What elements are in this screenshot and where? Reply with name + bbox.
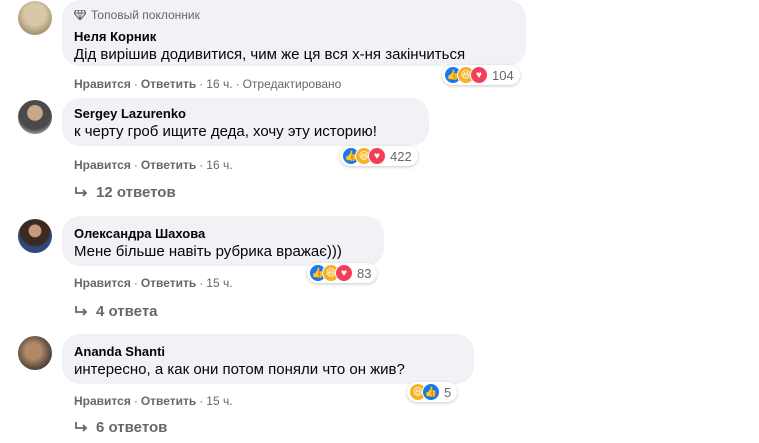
comment-time[interactable]: 16 ч. [206,77,232,91]
reaction-summary[interactable]: 😆 👍 5 [407,382,458,402]
reaction-count: 104 [492,67,514,83]
comment-bubble: Sergey Lazurenko к черту гроб ищите деда… [62,98,429,146]
reaction-summary[interactable]: 👍 😆 ♥ 83 [307,263,378,283]
view-replies-link[interactable]: 12 ответов [74,184,176,201]
reply-button[interactable]: Ответить [141,394,196,408]
comment-text: к черту гроб ищите деда, хочу эту истори… [74,123,377,140]
reaction-summary[interactable]: 👍 😆 ♥ 104 [442,65,520,85]
comment-time[interactable]: 15 ч. [206,394,232,408]
comment-actions: Нравится · Ответить · 15 ч. [74,394,233,408]
badge-label: Топовый поклонник [91,7,200,22]
reply-button[interactable]: Ответить [141,276,196,290]
avatar[interactable] [18,219,52,253]
like-button[interactable]: Нравится [74,158,131,172]
comment-text: интересно, а как они потом поняли что он… [74,361,405,378]
view-replies-link[interactable]: 6 ответов [74,419,167,436]
comment-time[interactable]: 15 ч. [206,276,232,290]
reply-arrow-icon [75,186,88,197]
reaction-count: 5 [444,384,452,400]
comment-text: Мене більше навіть рубрика вражає))) [74,243,342,260]
reply-button[interactable]: Ответить [141,77,196,91]
comment-bubble: Олександра Шахова Мене більше навіть руб… [62,216,384,266]
reaction-summary[interactable]: 👍 😆 ♥ 422 [340,146,418,166]
reply-arrow-icon [75,305,88,316]
comment-actions: Нравится · Ответить · 16 ч. [74,158,233,172]
comment-author[interactable]: Ananda Shanti [74,344,462,360]
comment-author[interactable]: Олександра Шахова [74,226,372,242]
replies-count: 4 ответа [96,303,158,320]
diamond-icon [74,9,86,20]
comment-author[interactable]: Sergey Lazurenko [74,106,417,122]
love-icon: ♥ [335,264,353,282]
comment-actions: Нравится · Ответить · 16 ч. · Отредактир… [74,77,342,91]
reaction-count: 83 [357,265,372,281]
comment-bubble: Топовый поклонник Неля Корник Дід виріши… [62,0,526,66]
comment-time[interactable]: 16 ч. [206,158,232,172]
reply-arrow-icon [75,421,88,432]
avatar[interactable] [18,336,52,370]
comment-author[interactable]: Неля Корник [74,29,514,45]
comment-actions: Нравится · Ответить · 15 ч. [74,276,233,290]
love-icon: ♥ [368,147,386,165]
reply-button[interactable]: Ответить [141,158,196,172]
like-button[interactable]: Нравится [74,77,131,91]
like-button[interactable]: Нравится [74,394,131,408]
like-button[interactable]: Нравится [74,276,131,290]
replies-count: 12 ответов [96,184,176,201]
like-icon: 👍 [422,383,440,401]
reaction-count: 422 [390,148,412,164]
avatar[interactable] [18,1,52,35]
comment-bubble: Ananda Shanti интересно, а как они потом… [62,334,474,384]
view-replies-link[interactable]: 4 ответа [74,303,158,320]
replies-count: 6 ответов [96,419,168,436]
top-fan-badge: Топовый поклонник [74,7,514,22]
love-icon: ♥ [470,66,488,84]
avatar[interactable] [18,100,52,134]
comment-text: Дід вирішив додивитися, чим же ця вся х-… [74,46,466,63]
edited-label: Отредактировано [242,77,342,91]
